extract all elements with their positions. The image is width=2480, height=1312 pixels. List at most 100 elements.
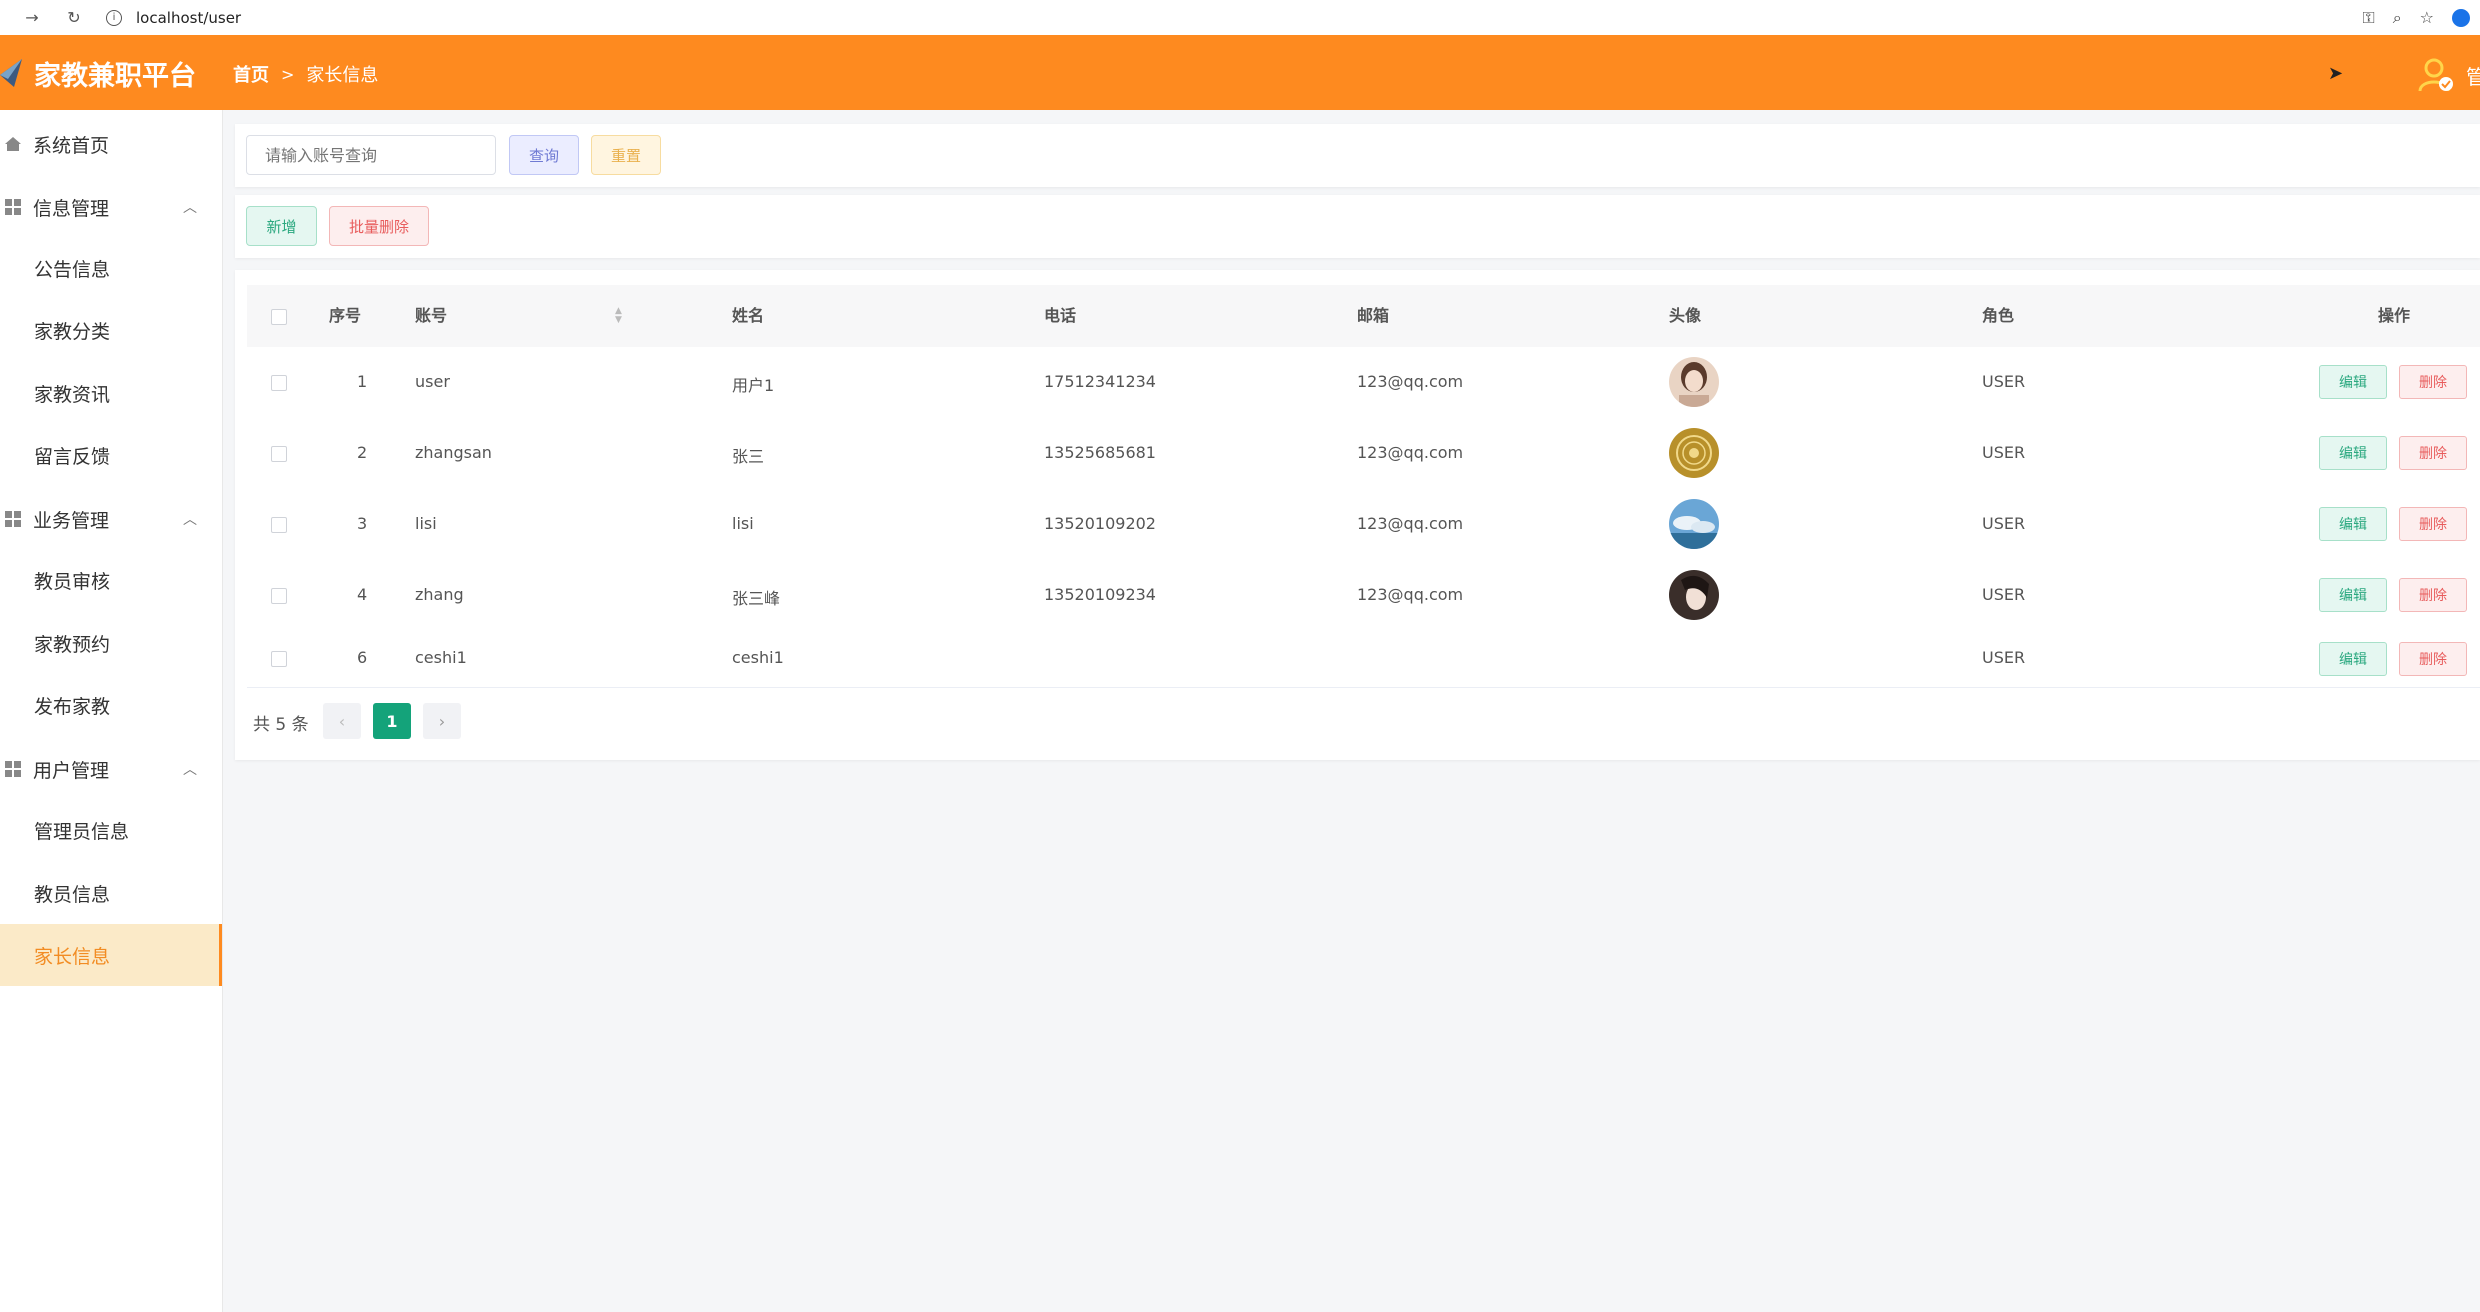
site-info-icon[interactable]: i [106, 9, 122, 26]
password-key-icon[interactable]: ⚿ [2363, 8, 2375, 28]
row-index: 6 [357, 648, 368, 667]
app-title: 家教兼职平台 [34, 61, 196, 92]
edit-button[interactable]: 编辑 [2319, 507, 2387, 541]
sidebar: 系统首页 信息管理 ︿ 公告信息 家教分类 家教资讯 留言反馈 业务管理 ︿ 教… [0, 110, 223, 1312]
sidebar-group-business[interactable]: 业务管理 ︿ [0, 488, 222, 550]
reload-icon[interactable]: ↻ [64, 8, 84, 27]
sidebar-item-label: 公告信息 [34, 258, 111, 281]
row-checkbox[interactable] [271, 517, 287, 533]
sidebar-item-teacher-review[interactable]: 教员审核 [0, 549, 222, 611]
column-header-phone: 电话 [1044, 306, 1077, 325]
row-phone: 13525685681 [1044, 443, 1156, 462]
url-text: localhost/user [136, 8, 242, 27]
sidebar-item-admin-info[interactable]: 管理员信息 [0, 799, 222, 861]
edit-button[interactable]: 编辑 [2319, 365, 2387, 399]
sidebar-group-label: 用户管理 [33, 759, 110, 782]
row-checkbox[interactable] [271, 651, 287, 667]
sky-avatar[interactable] [1669, 499, 1719, 549]
forward-icon[interactable]: → [22, 8, 42, 27]
mouse-cursor-icon: ➤ [2328, 63, 2344, 84]
table-row: 3 lisi lisi 13520109202 123@qq.com USER … [247, 489, 2480, 561]
row-account: lisi [415, 514, 437, 533]
sidebar-item-publish[interactable]: 发布家教 [0, 674, 222, 736]
row-index: 1 [357, 372, 368, 391]
row-email: 123@qq.com [1357, 514, 1464, 533]
sort-icon[interactable]: ▲ ▼ [615, 307, 622, 325]
reset-button[interactable]: 重置 [591, 135, 661, 175]
sidebar-item-feedback[interactable]: 留言反馈 [0, 424, 222, 486]
breadcrumb: 首页 > 家长信息 [233, 61, 378, 87]
edit-button[interactable]: 编辑 [2319, 578, 2387, 612]
delete-button[interactable]: 删除 [2399, 507, 2467, 541]
sidebar-item-label: 家教资讯 [34, 383, 111, 406]
row-checkbox[interactable] [271, 588, 287, 604]
sidebar-item-category[interactable]: 家教分类 [0, 299, 222, 361]
sidebar-item-label: 系统首页 [33, 134, 110, 157]
delete-button[interactable]: 删除 [2399, 578, 2467, 612]
bookmark-star-icon[interactable]: ☆ [2420, 8, 2434, 27]
profile-icon[interactable] [2452, 8, 2470, 27]
sidebar-item-label: 留言反馈 [34, 445, 111, 468]
zoom-icon[interactable]: ⌕ [2393, 8, 2402, 28]
delete-button[interactable]: 删除 [2399, 365, 2467, 399]
toolbar-card [235, 195, 2480, 258]
table-row: 1 user 用户1 17512341234 123@qq.com USER 编… [247, 347, 2480, 419]
add-button[interactable]: 新增 [246, 206, 317, 246]
row-role: USER [1982, 514, 2026, 533]
select-all-checkbox[interactable] [271, 309, 287, 325]
delete-button[interactable]: 删除 [2399, 436, 2467, 470]
sidebar-item-label: 家教分类 [34, 320, 111, 343]
column-header-avatar: 头像 [1669, 306, 1702, 325]
row-account: user [415, 372, 450, 391]
sidebar-item-news[interactable]: 家教资讯 [0, 362, 222, 424]
grid-icon [5, 199, 21, 215]
row-email: 123@qq.com [1357, 585, 1464, 604]
table-row: 2 zhangsan 张三 13525685681 123@qq.com USE… [247, 418, 2480, 490]
paper-plane-logo-icon [0, 59, 22, 87]
sidebar-item-teacher-info[interactable]: 教员信息 [0, 862, 222, 924]
edit-button[interactable]: 编辑 [2319, 642, 2387, 676]
prev-page-icon[interactable]: ‹ [323, 703, 361, 739]
sidebar-group-label: 信息管理 [33, 197, 110, 220]
sidebar-item-booking[interactable]: 家教预约 [0, 612, 222, 674]
row-account: ceshi1 [415, 648, 467, 667]
row-checkbox[interactable] [271, 375, 287, 391]
user-photo-avatar[interactable] [1669, 357, 1719, 407]
edit-button[interactable]: 编辑 [2319, 436, 2387, 470]
page-number-button[interactable]: 1 [373, 703, 411, 739]
column-header-actions: 操作 [2378, 306, 2411, 325]
breadcrumb-current: 家长信息 [306, 65, 379, 86]
sidebar-item-home[interactable]: 系统首页 [0, 113, 222, 175]
breadcrumb-home[interactable]: 首页 [233, 61, 269, 87]
table-row: 4 zhang 张三峰 13520109234 123@qq.com USER … [247, 560, 2480, 632]
grid-icon [5, 511, 21, 527]
user-avatar-icon[interactable] [2418, 57, 2454, 93]
account-search-input[interactable] [246, 135, 496, 175]
sidebar-group-info[interactable]: 信息管理 ︿ [0, 176, 222, 238]
sidebar-group-users[interactable]: 用户管理 ︿ [0, 738, 222, 800]
column-header-email: 邮箱 [1357, 306, 1390, 325]
row-phone: 13520109202 [1044, 514, 1156, 533]
sidebar-item-parent-info[interactable]: 家长信息 [0, 924, 222, 986]
table-row: 6 ceshi1 ceshi1 USER 编辑 删除 [247, 631, 2480, 688]
column-header-name: 姓名 [732, 306, 765, 325]
query-button[interactable]: 查询 [509, 135, 579, 175]
row-account: zhang [415, 585, 464, 604]
browser-actions: ⚿ ⌕ ☆ [2345, 0, 2470, 35]
row-account: zhangsan [415, 443, 492, 462]
sidebar-item-notice[interactable]: 公告信息 [0, 237, 222, 299]
chevron-right-icon: > [281, 64, 295, 84]
user-name[interactable]: 管 [2466, 61, 2480, 90]
row-phone: 13520109234 [1044, 585, 1156, 604]
next-page-icon[interactable]: › [423, 703, 461, 739]
row-email: 123@qq.com [1357, 443, 1464, 462]
sidebar-group-label: 业务管理 [33, 509, 110, 532]
gold-seal-avatar[interactable] [1669, 428, 1719, 478]
address-bar[interactable]: i localhost/user [106, 9, 241, 27]
column-header-account: 账号 [415, 306, 448, 325]
batch-delete-button[interactable]: 批量删除 [329, 206, 429, 246]
delete-button[interactable]: 删除 [2399, 642, 2467, 676]
sidebar-item-label: 家长信息 [34, 945, 111, 968]
user-photo-avatar[interactable] [1669, 570, 1719, 620]
row-checkbox[interactable] [271, 446, 287, 462]
